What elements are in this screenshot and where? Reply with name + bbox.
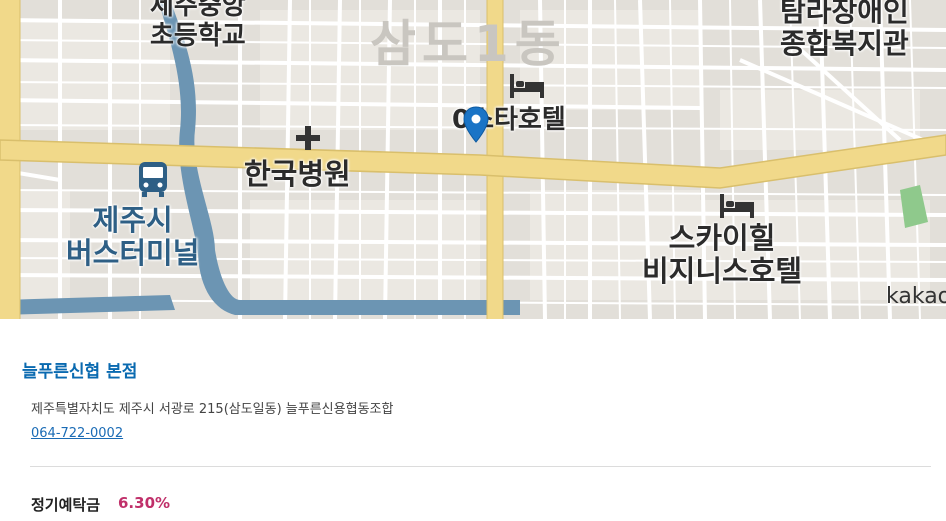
hospital-cross-icon[interactable] — [294, 124, 322, 152]
district-label: 삼도1동 — [370, 15, 567, 73]
hotel-bed-icon[interactable] — [718, 192, 756, 220]
skyhill-hotel-label[interactable]: 스카이힐 비지니스호텔 — [642, 221, 802, 289]
map-attribution[interactable]: kakao — [886, 284, 946, 309]
bus-icon[interactable] — [136, 160, 170, 198]
bus-terminal-label[interactable]: 제주시 버스터미널 — [66, 203, 199, 271]
location-pin-icon[interactable] — [462, 106, 490, 144]
map-view[interactable]: 삼도1동 제주중앙 초등학교 탐라장애인 종합복지관 한국병원 제주시 버스터미널 0… — [0, 0, 946, 319]
branch-address: 제주특별자치도 제주시 서광로 215(삼도일동) 늘푸른신용협동조합 — [31, 402, 394, 417]
branch-info-panel: 늘푸른신협 본점 제주특별자치도 제주시 서광로 215(삼도일동) 늘푸른신용… — [0, 319, 946, 521]
deposit-rate-value: 6.30% — [118, 494, 171, 512]
school-label[interactable]: 제주중앙 초등학교 — [150, 0, 246, 52]
deposit-rate-label: 정기예탁금 — [31, 496, 101, 514]
welfare-center-label[interactable]: 탐라장애인 종합복지관 — [780, 0, 909, 60]
hotel-bed-icon[interactable] — [508, 72, 546, 100]
branch-name: 늘푸른신협 본점 — [22, 362, 138, 382]
phone-link[interactable]: 064-722-0002 — [31, 426, 123, 441]
hospital-label[interactable]: 한국병원 — [244, 157, 351, 191]
divider — [30, 466, 931, 467]
